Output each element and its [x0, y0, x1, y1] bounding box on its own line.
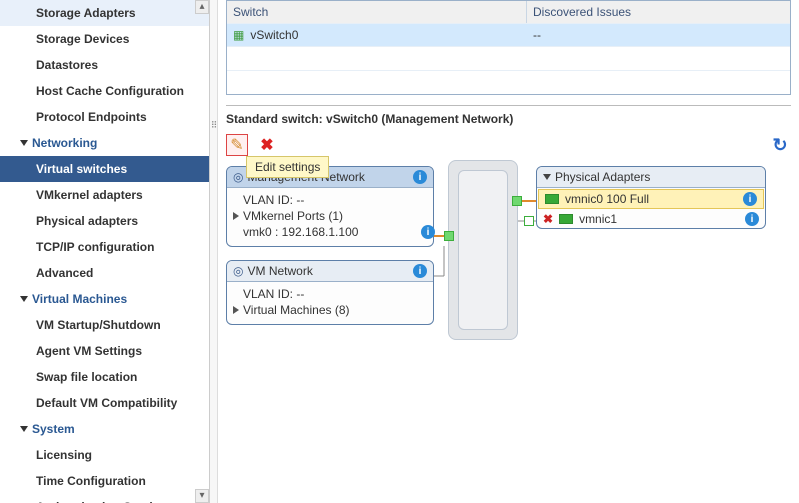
portgroup-title: VM Network [247, 264, 409, 278]
portgroup-icon: ◎ [233, 170, 243, 184]
sidebar-item-licensing[interactable]: Licensing [0, 442, 209, 468]
info-icon[interactable]: i [413, 170, 427, 184]
sidebar: ▴ Storage Adapters Storage Devices Datas… [0, 0, 210, 503]
portgroup-management-network[interactable]: ◎ Management Network i VLAN ID: -- VMker… [226, 166, 434, 247]
sidebar-item-host-cache[interactable]: Host Cache Configuration [0, 78, 209, 104]
collapse-icon[interactable] [233, 212, 239, 220]
close-icon: ✖ [260, 135, 273, 155]
section-header: Standard switch: vSwitch0 (Management Ne… [226, 105, 791, 130]
switch-hub-inner [458, 170, 508, 330]
refresh-button[interactable]: ↻ [769, 134, 791, 156]
sidebar-item-storage-devices[interactable]: Storage Devices [0, 26, 209, 52]
collapse-icon[interactable] [233, 306, 239, 314]
sidebar-section-label: Virtual Machines [32, 292, 127, 306]
virtual-machines-count[interactable]: Virtual Machines (8) [243, 303, 350, 317]
table-row-empty [227, 70, 790, 94]
sidebar-item-time-config[interactable]: Time Configuration [0, 468, 209, 494]
sidebar-scroll-up[interactable]: ▴ [195, 0, 209, 14]
portgroup-vm-network[interactable]: ◎ VM Network i VLAN ID: -- Virtual Machi… [226, 260, 434, 325]
refresh-icon: ↻ [772, 135, 787, 156]
info-icon[interactable]: i [421, 225, 435, 239]
nic-label: vmnic1 [579, 212, 739, 226]
port-icon [444, 231, 454, 241]
sidebar-item-vm-startup[interactable]: VM Startup/Shutdown [0, 312, 209, 338]
physical-adapters-title: Physical Adapters [555, 170, 759, 184]
col-header-issues[interactable]: Discovered Issues [527, 1, 790, 23]
sidebar-item-tcpip[interactable]: TCP/IP configuration [0, 234, 209, 260]
sidebar-section-system[interactable]: System [0, 416, 209, 442]
info-icon[interactable]: i [745, 212, 759, 226]
port-icon [512, 196, 522, 206]
vlan-id: VLAN ID: -- [243, 286, 425, 302]
sidebar-item-protocol-endpoints[interactable]: Protocol Endpoints [0, 104, 209, 130]
sidebar-item-auth-services[interactable]: Authentication Services [0, 494, 209, 503]
info-icon[interactable]: i [413, 264, 427, 278]
tooltip-edit-settings: Edit settings [246, 156, 329, 178]
switch-name: vSwitch0 [250, 28, 298, 42]
splitter[interactable]: ⠿ [210, 0, 218, 503]
nic-row-vmnic0[interactable]: vmnic0 100 Full i [538, 189, 764, 209]
switches-table: Switch Discovered Issues ▦ vSwitch0 -- [226, 0, 791, 95]
delete-button[interactable]: ✖ [256, 134, 278, 156]
pencil-icon: ✎ [230, 135, 243, 155]
chevron-down-icon [20, 296, 28, 302]
chevron-down-icon [20, 140, 28, 146]
nic-icon [545, 194, 559, 204]
error-icon: ✖ [543, 212, 553, 226]
sidebar-item-physical-adapters[interactable]: Physical adapters [0, 208, 209, 234]
sidebar-item-vmkernel-adapters[interactable]: VMkernel adapters [0, 182, 209, 208]
sidebar-section-label: Networking [32, 136, 97, 150]
sidebar-item-storage-adapters[interactable]: Storage Adapters [0, 0, 209, 26]
sidebar-item-datastores[interactable]: Datastores [0, 52, 209, 78]
switch-issues: -- [527, 24, 790, 46]
portgroup-icon: ◎ [233, 264, 243, 278]
splitter-handle-icon: ⠿ [211, 120, 217, 131]
sidebar-section-virtual-machines[interactable]: Virtual Machines [0, 286, 209, 312]
switch-diagram: ◎ Management Network i VLAN ID: -- VMker… [226, 166, 791, 366]
sidebar-section-label: System [32, 422, 75, 436]
table-row[interactable]: ▦ vSwitch0 -- [227, 23, 790, 46]
col-header-switch[interactable]: Switch [227, 1, 527, 23]
nic-icon [559, 214, 573, 224]
nic-label: vmnic0 100 Full [565, 192, 737, 206]
sidebar-scroll-down[interactable]: ▾ [195, 489, 209, 503]
sidebar-item-swap-file-location[interactable]: Swap file location [0, 364, 209, 390]
table-header: Switch Discovered Issues [227, 1, 790, 23]
chevron-down-icon [20, 426, 28, 432]
nic-row-vmnic1[interactable]: ✖ vmnic1 i [537, 210, 765, 228]
sidebar-item-advanced[interactable]: Advanced [0, 260, 209, 286]
vswitch-icon: ▦ [233, 28, 244, 42]
vlan-id: VLAN ID: -- [243, 192, 425, 208]
main-pane: Switch Discovered Issues ▦ vSwitch0 -- S… [218, 0, 799, 503]
sidebar-item-agent-vm-settings[interactable]: Agent VM Settings [0, 338, 209, 364]
vmk0-entry[interactable]: vmk0 : 192.168.1.100 [243, 225, 358, 239]
info-icon[interactable]: i [743, 192, 757, 206]
table-row-empty [227, 46, 790, 70]
physical-adapters-box[interactable]: Physical Adapters vmnic0 100 Full i ✖ vm… [536, 166, 766, 229]
sidebar-section-networking[interactable]: Networking [0, 130, 209, 156]
edit-settings-button[interactable]: ✎ [226, 134, 248, 156]
chevron-down-icon[interactable] [543, 174, 551, 180]
port-icon [524, 216, 534, 226]
sidebar-item-default-vm-compat[interactable]: Default VM Compatibility [0, 390, 209, 416]
sidebar-item-virtual-switches[interactable]: Virtual switches [0, 156, 209, 182]
vmkernel-ports[interactable]: VMkernel Ports (1) [243, 209, 343, 223]
